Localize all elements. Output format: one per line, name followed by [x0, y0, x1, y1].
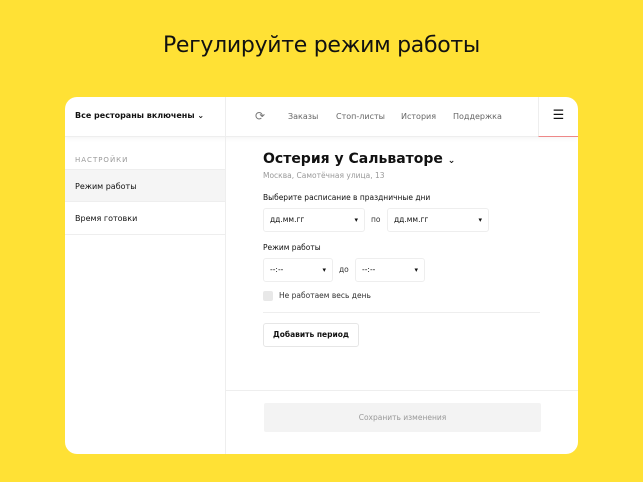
- chevron-down-icon: ⌄: [447, 156, 456, 166]
- time-separator: до: [339, 265, 349, 274]
- time-to-select[interactable]: --:-- ▾: [355, 258, 425, 282]
- chevron-down-icon: ▾: [354, 216, 358, 224]
- hours-label: Режим работы: [263, 243, 321, 252]
- divider: [226, 390, 578, 391]
- chevron-down-icon: ▾: [322, 266, 326, 274]
- divider: [225, 97, 226, 454]
- time-to-value: --:--: [362, 265, 376, 274]
- nav-support[interactable]: Поддержка: [453, 112, 502, 121]
- holiday-label: Выберите расписание в праздничные дни: [263, 193, 431, 202]
- headline: Регулируйте режим работы: [162, 33, 481, 58]
- restaurant-address: Москва, Самотёчная улица, 13: [263, 171, 385, 180]
- restaurant-name: Остерия у Сальваторе: [263, 151, 443, 167]
- time-from-value: --:--: [270, 265, 284, 274]
- restaurants-dropdown[interactable]: Все рестораны включены ⌄: [75, 111, 204, 120]
- sidebar-heading: НАСТРОЙКИ: [75, 156, 129, 164]
- closed-all-day-label: Не работаем весь день: [279, 291, 371, 300]
- date-from-select[interactable]: дд.мм.гг ▾: [263, 208, 365, 232]
- menu-icon[interactable]: ☰: [538, 97, 578, 137]
- chevron-down-icon: ▾: [478, 216, 482, 224]
- nav-orders[interactable]: Заказы: [288, 112, 318, 121]
- date-to-select[interactable]: дд.мм.гг ▾: [387, 208, 489, 232]
- add-period-button[interactable]: Добавить период: [263, 323, 359, 347]
- top-bar: Все рестораны включены ⌄ ⟳ Заказы Стоп-л…: [65, 97, 578, 137]
- restaurants-label: Все рестораны включены: [75, 111, 195, 120]
- refresh-icon[interactable]: ⟳: [255, 109, 265, 123]
- date-separator: по: [371, 215, 381, 224]
- app-window: Все рестораны включены ⌄ ⟳ Заказы Стоп-л…: [65, 97, 578, 454]
- sidebar-item-cooking-time[interactable]: Время готовки: [65, 202, 225, 235]
- time-from-select[interactable]: --:-- ▾: [263, 258, 333, 282]
- restaurant-title[interactable]: Остерия у Сальваторе ⌄: [263, 151, 455, 167]
- sidebar-item-work-hours[interactable]: Режим работы: [65, 169, 225, 202]
- nav-stop-lists[interactable]: Стоп-листы: [336, 112, 385, 121]
- closed-all-day-checkbox[interactable]: [263, 291, 273, 301]
- date-to-value: дд.мм.гг: [394, 215, 429, 224]
- divider: [263, 312, 540, 313]
- chevron-down-icon: ⌄: [197, 111, 205, 120]
- chevron-down-icon: ▾: [414, 266, 418, 274]
- nav-history[interactable]: История: [401, 112, 436, 121]
- date-from-value: дд.мм.гг: [270, 215, 305, 224]
- save-changes-button[interactable]: Сохранить изменения: [264, 403, 541, 432]
